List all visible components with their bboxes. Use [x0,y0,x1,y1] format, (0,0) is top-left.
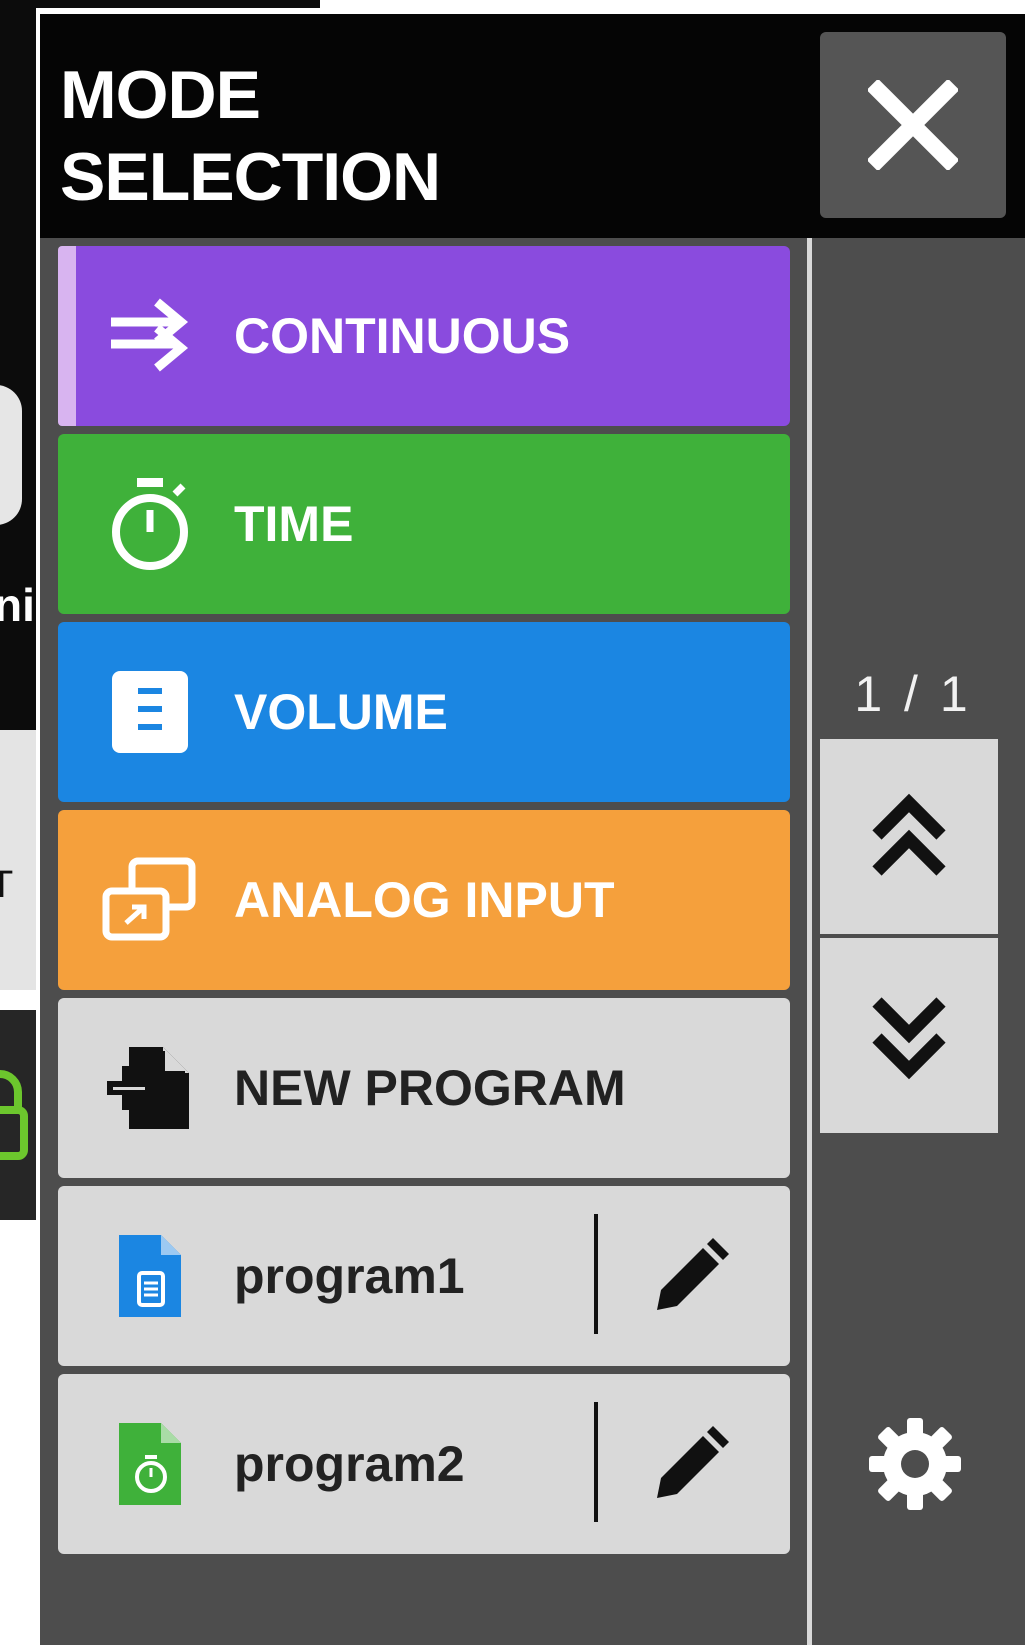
stopwatch-icon [100,474,200,574]
analog-input-icon [100,850,200,950]
pencil-icon [657,1426,729,1498]
mode-label: VOLUME [234,684,448,740]
background-top-strip [0,0,320,8]
program-item-program2[interactable]: program2 [58,1374,790,1554]
program-item-program1[interactable]: program1 [58,1186,790,1366]
panel-header: MODE SELECTION [40,14,1025,238]
background-partial-text: T [0,864,14,906]
mode-label: TIME [234,496,354,552]
mode-item-continuous[interactable]: CONTINUOUS [58,246,790,426]
double-chevron-down-icon [872,996,946,1079]
scroll-up-button[interactable] [820,739,998,934]
mode-label: ANALOG INPUT [234,872,615,928]
volume-program-file-icon [100,1226,200,1326]
program-label: program1 [234,1248,465,1304]
mode-selection-panel: MODE SELECTION CONTINUOUS TIME VOLUME AN… [40,14,1025,1645]
close-icon [868,80,958,170]
gear-icon [869,1418,961,1510]
settings-button[interactable] [860,1409,970,1519]
background-app: ni T [0,0,36,1645]
swap-arrows-icon [100,286,200,386]
program-label: program2 [234,1436,465,1492]
edit-program-button[interactable] [616,1394,766,1534]
double-chevron-up-icon [872,793,946,876]
mode-item-time[interactable]: TIME [58,434,790,614]
lock-icon [0,1070,28,1160]
item-separator [594,1214,598,1334]
mode-item-analog-input[interactable]: ANALOG INPUT [58,810,790,990]
mode-item-volume[interactable]: VOLUME [58,622,790,802]
time-program-file-icon [100,1414,200,1514]
page-indicator: 1 / 1 [854,666,972,722]
selected-accent-bar [58,246,76,426]
edit-program-button[interactable] [616,1206,766,1346]
mode-label: NEW PROGRAM [234,1060,626,1116]
scroll-down-button[interactable] [820,938,998,1133]
close-button[interactable] [820,32,1006,218]
new-file-icon [100,1038,200,1138]
pencil-icon [657,1238,729,1310]
mode-item-new-program[interactable]: NEW PROGRAM [58,998,790,1178]
background-partial-text: ni [0,579,35,631]
page-title: MODE SELECTION [60,57,441,215]
background-pill-shape [0,385,22,525]
mode-label: CONTINUOUS [234,308,571,364]
item-separator [594,1402,598,1522]
background-light-area [0,730,36,990]
list-divider [807,238,812,1645]
volume-document-icon [100,662,200,762]
